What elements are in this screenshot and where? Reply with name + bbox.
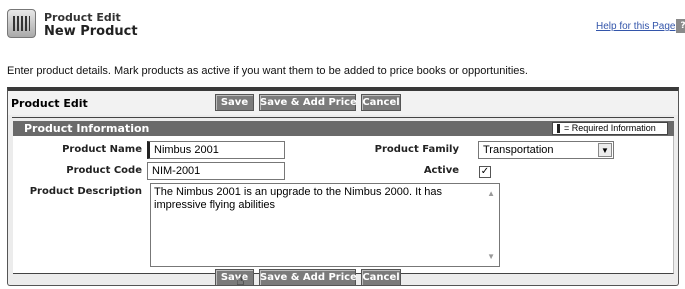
save-button-top[interactable]: Save	[215, 94, 254, 111]
product-code-label: Product Code	[66, 165, 142, 176]
required-legend-text: = Required Information	[564, 123, 656, 133]
product-family-label: Product Family	[374, 144, 459, 155]
product-description-label: Product Description	[29, 186, 142, 197]
product-description-text: The Nimbus 2001 is an upgrade to the Nim…	[154, 186, 443, 211]
required-marker-icon	[557, 124, 560, 134]
save-add-price-button-bottom[interactable]: Save & Add Price	[259, 269, 357, 286]
product-family-value: Transportation	[483, 144, 554, 156]
save-add-price-button-top[interactable]: Save & Add Price	[259, 94, 357, 111]
section-title: Product Edit	[11, 97, 88, 110]
save-button-bottom[interactable]: Save	[215, 269, 254, 286]
product-information-panel: Product Information = Required Informati…	[13, 121, 674, 274]
section-header: Product Edit Save Save & Add Price Cance…	[8, 91, 678, 115]
info-title: Product Information	[24, 122, 150, 135]
product-name-input[interactable]: Nimbus 2001	[147, 141, 285, 159]
cancel-button-bottom[interactable]: Cancel	[361, 269, 401, 286]
intro-text: Enter product details. Mark products as …	[7, 65, 528, 77]
cancel-button-top[interactable]: Cancel	[361, 94, 401, 111]
product-description-textarea[interactable]: The Nimbus 2001 is an upgrade to the Nim…	[150, 183, 500, 267]
page-header: Product Edit New Product Help for this P…	[0, 0, 685, 44]
hand-cursor-icon: ☝	[236, 273, 245, 289]
active-checkbox[interactable]: ✓	[479, 166, 491, 178]
product-family-select[interactable]: Transportation ▼	[478, 141, 614, 159]
product-code-input[interactable]: NIM-2001	[147, 162, 285, 180]
chevron-down-icon[interactable]: ▼	[598, 143, 612, 157]
page-title: New Product	[44, 24, 138, 39]
product-name-label: Product Name	[62, 144, 142, 155]
product-barcode-icon	[7, 9, 36, 38]
info-header: Product Information = Required Informati…	[13, 121, 674, 136]
scroll-up-icon[interactable]: ▲	[487, 187, 495, 200]
help-link[interactable]: Help for this Page	[596, 21, 676, 32]
active-label: Active	[423, 165, 459, 176]
scroll-down-icon[interactable]: ▼	[487, 250, 495, 263]
header-subtitle: Product Edit	[44, 11, 121, 24]
product-edit-section: Product Edit Save Save & Add Price Cance…	[7, 87, 679, 286]
help-icon[interactable]: ?	[676, 19, 685, 33]
section-divider	[12, 117, 674, 118]
required-legend: = Required Information	[552, 122, 668, 135]
